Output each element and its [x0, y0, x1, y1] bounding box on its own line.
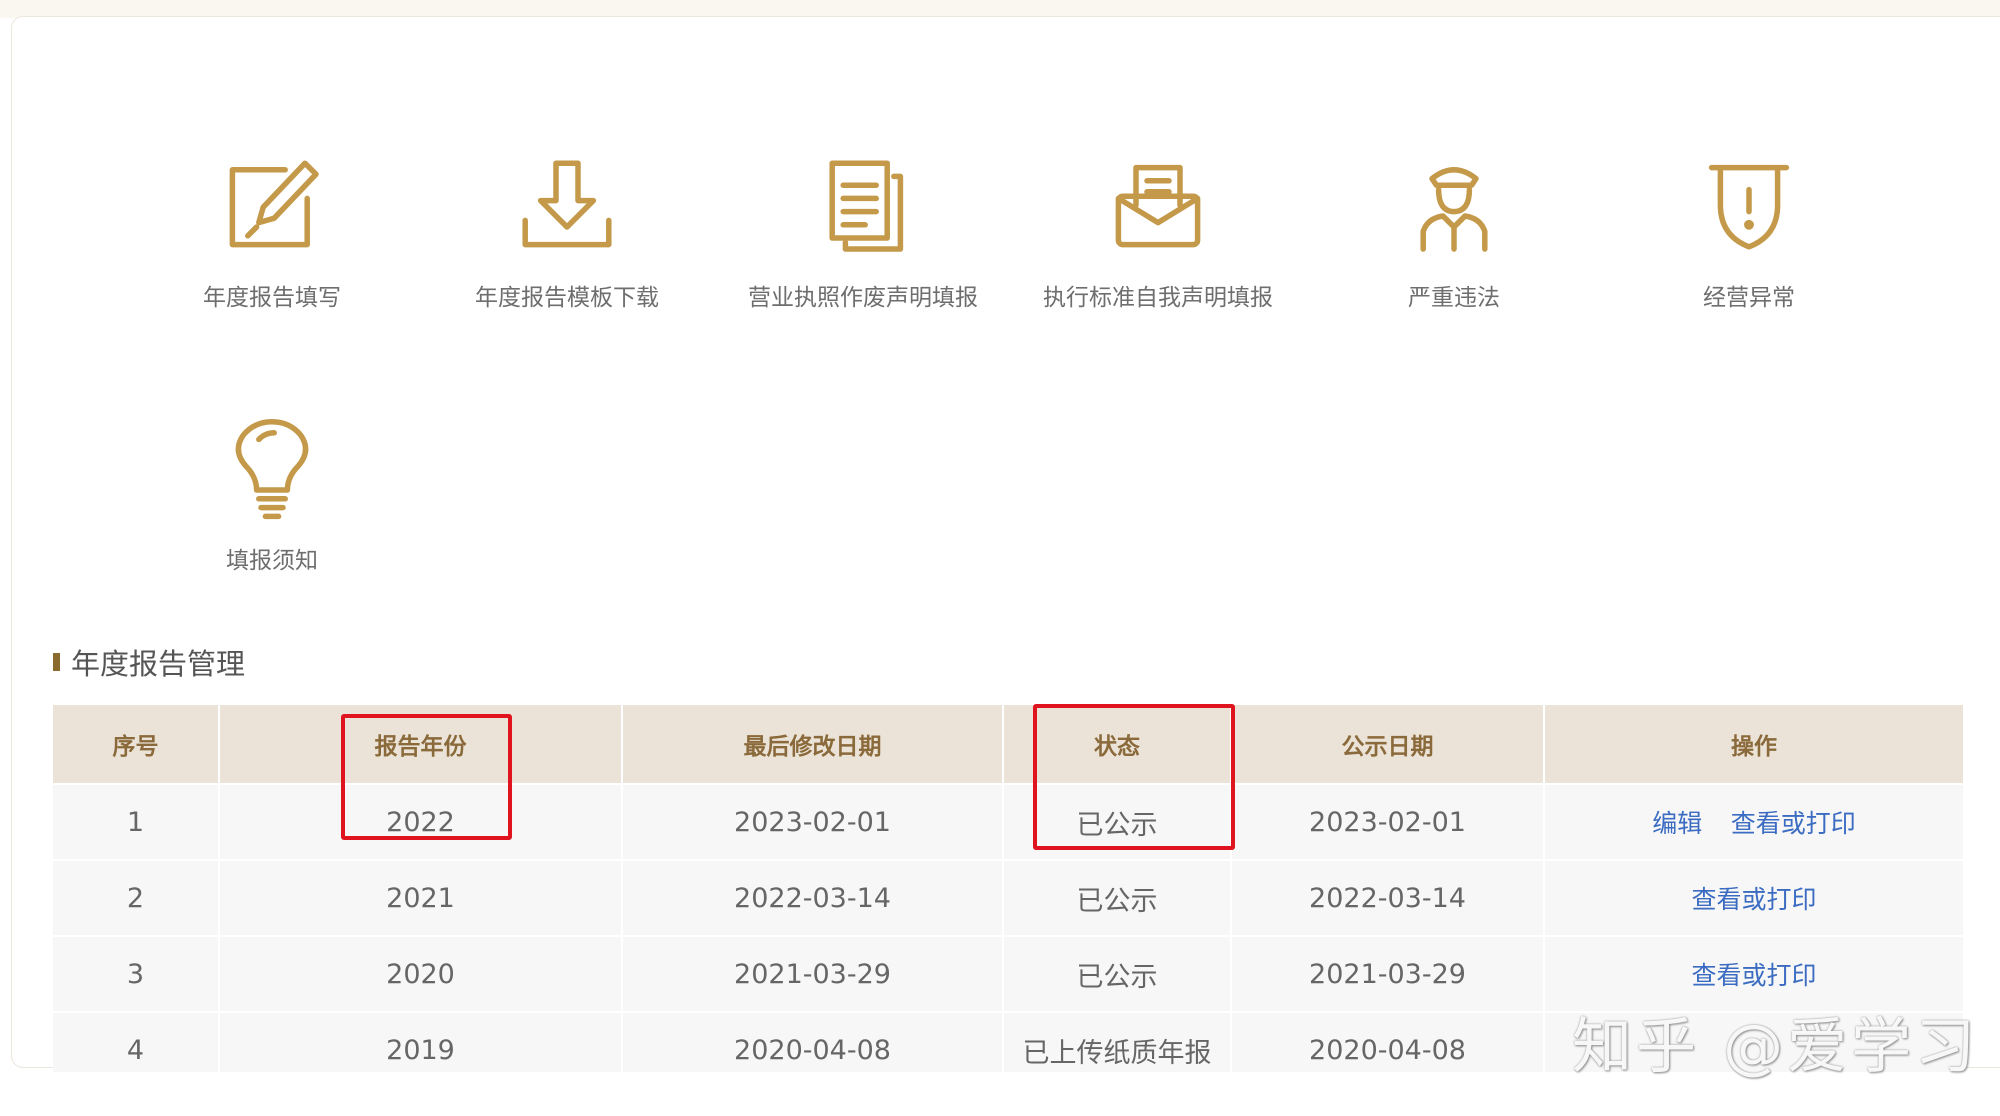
tile-label: 经营异常	[1703, 285, 1795, 311]
cell-no: 1	[53, 783, 220, 860]
header-publish-date: 公示日期	[1231, 705, 1545, 784]
officer-icon	[1324, 150, 1584, 260]
tile-template-download[interactable]: 年度报告模板下载	[437, 150, 697, 312]
document-icon	[733, 150, 993, 260]
tile-annual-report-fill[interactable]: 年度报告填写	[142, 150, 402, 312]
tile-license-void-declaration[interactable]: 营业执照作废声明填报	[733, 150, 993, 312]
table-header-row: 序号 报告年份 最后修改日期 状态 公示日期 操作	[53, 705, 1963, 784]
cell-status: 已公示	[1003, 859, 1232, 936]
tile-label: 年度报告模板下载	[475, 285, 659, 311]
cell-publish: 2021-03-29	[1231, 935, 1545, 1012]
lightbulb-icon	[142, 413, 402, 523]
tile-standard-self-declaration[interactable]: 执行标准自我声明填报	[1028, 150, 1288, 312]
header-last-modified: 最后修改日期	[622, 705, 1004, 784]
view-print-link[interactable]: 查看或打印	[1691, 885, 1816, 914]
shield-icon	[1619, 150, 1879, 260]
tile-label: 严重违法	[1408, 285, 1500, 311]
edit-link[interactable]: 编辑	[1652, 809, 1702, 838]
cell-year: 2020	[219, 935, 623, 1012]
cell-modified: 2021-03-29	[622, 935, 1004, 1012]
envelope-icon	[1028, 150, 1288, 260]
header-actions: 操作	[1544, 705, 1963, 784]
cell-actions: 查看或打印	[1544, 859, 1963, 936]
section-title: 年度报告管理	[53, 642, 245, 682]
view-print-link[interactable]: 查看或打印	[1691, 961, 1816, 990]
title-marker	[53, 653, 60, 671]
cell-modified: 2022-03-14	[622, 859, 1004, 936]
cell-publish: 2023-02-01	[1231, 783, 1545, 860]
table-row: 1 2022 2023-02-01 已公示 2023-02-01 编辑 查看或打…	[53, 783, 1963, 860]
tile-label: 营业执照作废声明填报	[748, 285, 978, 311]
tile-serious-violation[interactable]: 严重违法	[1324, 150, 1584, 312]
cell-modified: 2023-02-01	[622, 783, 1004, 860]
tile-abnormal-operation[interactable]: 经营异常	[1619, 150, 1879, 312]
header-no: 序号	[53, 705, 220, 784]
edit-icon	[142, 150, 402, 260]
watermark-text: 知乎 @爱学习	[1572, 1012, 1980, 1082]
download-icon	[437, 150, 697, 260]
tile-label: 填报须知	[226, 548, 318, 574]
highlight-box-year	[341, 714, 512, 840]
tile-filing-notice[interactable]: 填报须知	[142, 413, 402, 575]
view-print-link[interactable]: 查看或打印	[1731, 809, 1856, 838]
cell-actions: 编辑 查看或打印	[1544, 783, 1963, 860]
highlight-box-status	[1033, 704, 1235, 850]
cell-no: 2	[53, 859, 220, 936]
tile-label: 执行标准自我声明填报	[1043, 285, 1273, 311]
section-title-text: 年度报告管理	[71, 647, 246, 681]
cell-no: 3	[53, 935, 220, 1012]
cell-year: 2021	[219, 859, 623, 936]
tile-label: 年度报告填写	[203, 285, 341, 311]
cell-publish: 2022-03-14	[1231, 859, 1545, 936]
cell-status: 已公示	[1003, 935, 1232, 1012]
table-row: 2 2021 2022-03-14 已公示 2022-03-14 查看或打印	[53, 859, 1963, 936]
